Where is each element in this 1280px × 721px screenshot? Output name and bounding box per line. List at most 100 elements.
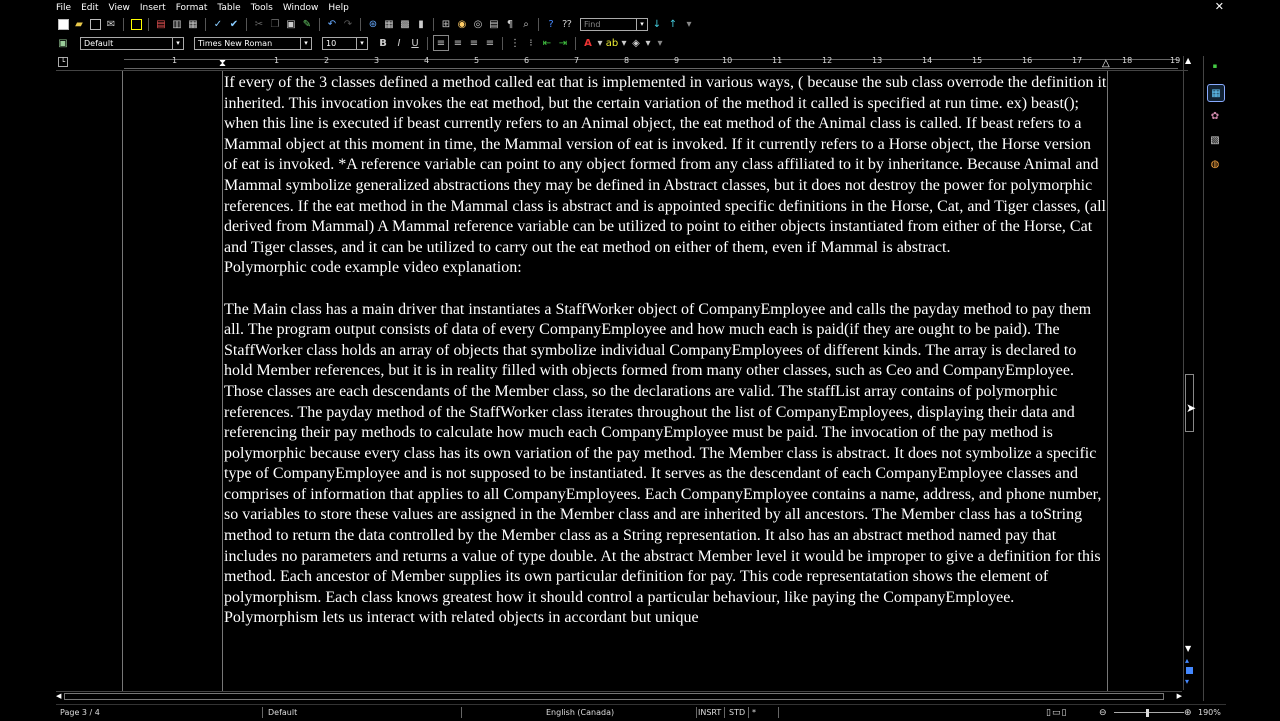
zoom-slider-thumb[interactable] <box>1146 709 1149 717</box>
underline-icon[interactable]: U <box>408 36 422 50</box>
zoom-slider[interactable] <box>1114 712 1184 713</box>
selection-mode-indicator[interactable]: STD <box>729 708 745 717</box>
find-replace-icon[interactable]: ⊞ <box>439 17 453 31</box>
paragraph[interactable]: The Main class has a main driver that in… <box>224 300 1108 630</box>
save-icon[interactable] <box>88 17 102 31</box>
paragraph[interactable]: If every of the 3 classes defined a meth… <box>224 73 1108 114</box>
horizontal-ruler[interactable]: └ 1 ⧗ 1 2 3 4 5 6 7 8 9 10 11 12 13 14 1… <box>56 56 1188 71</box>
horizontal-scroll-thumb[interactable] <box>64 693 1164 700</box>
find-input[interactable]: Find ▾ <box>580 17 648 31</box>
menu-insert[interactable]: Insert <box>135 3 171 13</box>
email-icon[interactable]: ✉ <box>104 17 118 31</box>
chevron-down-icon[interactable]: ▾ <box>300 37 311 49</box>
zoom-icon[interactable]: ⌕ <box>519 17 533 31</box>
paragraph-empty[interactable] <box>224 279 1108 300</box>
decrease-indent-icon[interactable]: ⇤ <box>540 36 554 50</box>
table-icon[interactable]: ▦ <box>382 17 396 31</box>
data-sources-icon[interactable]: ▤ <box>487 17 501 31</box>
tab-stop-selector-icon[interactable]: └ <box>58 57 68 67</box>
increase-indent-icon[interactable]: ⇥ <box>556 36 570 50</box>
scroll-up-icon[interactable]: ▲ <box>1185 56 1191 65</box>
cut-icon[interactable]: ✂ <box>252 17 266 31</box>
document-canvas[interactable]: If every of the 3 classes defined a meth… <box>56 71 1182 691</box>
next-page-icon[interactable]: ▾ <box>1185 677 1189 686</box>
paragraph[interactable]: Polymorphic code example video explanati… <box>224 258 1108 279</box>
hyperlink-icon[interactable]: ⊛ <box>366 17 380 31</box>
undo-icon[interactable]: ↶ <box>325 17 339 31</box>
left-indent-marker-icon[interactable]: ⧗ <box>219 58 226 69</box>
chevron-down-icon[interactable]: ▾ <box>356 37 367 49</box>
paste-icon[interactable]: ▣ <box>284 17 298 31</box>
scroll-right-icon[interactable]: ▶ <box>1177 692 1182 700</box>
open-folder-icon[interactable]: ▰ <box>72 17 86 31</box>
font-size-select[interactable]: 10 ▾ <box>322 36 368 50</box>
vertical-scrollbar[interactable]: ▲ ➤ ▼ ▴ ▾ <box>1183 56 1196 690</box>
scroll-down-icon[interactable]: ▼ <box>1185 644 1191 653</box>
align-right-icon[interactable]: ≡ <box>467 36 481 50</box>
document-modified-indicator[interactable]: * <box>752 708 756 717</box>
formatting-marks-icon[interactable]: ¶ <box>503 17 517 31</box>
print-preview-icon[interactable]: ▦ <box>186 17 200 31</box>
align-center-icon[interactable]: ≡ <box>451 36 465 50</box>
justify-icon[interactable]: ≡ <box>483 36 497 50</box>
navigation-icon[interactable] <box>1186 667 1193 674</box>
previous-page-icon[interactable]: ▴ <box>1185 656 1189 665</box>
export-pdf-icon[interactable]: ▤ <box>154 17 168 31</box>
paragraph-style-select[interactable]: Default ▾ <box>80 36 184 50</box>
toolbar-overflow-icon[interactable]: ▾ <box>682 17 696 31</box>
bold-icon[interactable]: B <box>376 36 390 50</box>
help-icon[interactable]: ? <box>544 17 558 31</box>
spellcheck-icon[interactable]: ✓ <box>211 17 225 31</box>
gallery-icon[interactable]: ◎ <box>471 17 485 31</box>
menu-edit[interactable]: Edit <box>76 3 103 13</box>
menu-help[interactable]: Help <box>323 3 354 13</box>
chevron-down-icon[interactable]: ▾ <box>172 37 183 49</box>
highlight-dropdown-icon[interactable]: ▾ <box>621 36 627 50</box>
styles-icon[interactable]: ✿ <box>1207 108 1223 124</box>
redo-icon[interactable]: ↷ <box>341 17 355 31</box>
edit-mode-icon[interactable] <box>129 17 143 31</box>
font-name-select[interactable]: Times New Roman ▾ <box>194 36 312 50</box>
zoom-in-icon[interactable]: ⊕ <box>1184 708 1192 718</box>
align-left-icon[interactable]: ≡ <box>433 35 449 51</box>
find-next-icon[interactable]: ↓ <box>650 17 664 31</box>
new-document-icon[interactable] <box>56 17 70 31</box>
copy-icon[interactable]: ❐ <box>268 17 282 31</box>
view-layout-icons[interactable]: ▯▭▯ <box>1046 708 1067 718</box>
find-previous-icon[interactable]: ↑ <box>666 17 680 31</box>
print-icon[interactable]: ▥ <box>170 17 184 31</box>
bullets-icon[interactable]: ⁝ <box>524 36 538 50</box>
document-text[interactable]: If every of the 3 classes defined a meth… <box>224 73 1108 629</box>
properties-icon[interactable]: ▦ <box>1207 84 1225 102</box>
page-indicator[interactable]: Page 3 / 4 <box>60 708 100 717</box>
background-color-dropdown-icon[interactable]: ▾ <box>645 36 651 50</box>
whats-this-icon[interactable]: ⁇ <box>560 17 574 31</box>
background-color-icon[interactable]: ◈ <box>629 36 643 50</box>
format-paintbrush-icon[interactable]: ✎ <box>300 17 314 31</box>
close-document-icon[interactable]: ✕ <box>1215 0 1224 13</box>
font-color-dropdown-icon[interactable]: ▾ <box>597 36 603 50</box>
autospell-icon[interactable]: ✔ <box>227 17 241 31</box>
numbering-icon[interactable]: ⋮ <box>508 36 522 50</box>
navigator-icon[interactable]: ◉ <box>455 17 469 31</box>
sidebar-menu-icon[interactable]: ▪ <box>1207 58 1223 74</box>
insert-mode-indicator[interactable]: INSRT <box>698 708 721 717</box>
menu-view[interactable]: View <box>104 3 135 13</box>
language-indicator[interactable]: English (Canada) <box>546 708 614 717</box>
menu-window[interactable]: Window <box>278 3 324 13</box>
styles-formatting-icon[interactable]: ▣ <box>56 36 70 50</box>
page-style-indicator[interactable]: Default <box>268 708 297 717</box>
zoom-out-icon[interactable]: ⊖ <box>1099 708 1107 718</box>
gallery-icon[interactable]: ▧ <box>1207 132 1223 148</box>
zoom-level[interactable]: 190% <box>1198 708 1221 717</box>
image-icon[interactable]: ▩ <box>398 17 412 31</box>
paragraph[interactable]: when this line is executed if beast curr… <box>224 114 1108 258</box>
italic-icon[interactable]: I <box>392 36 406 50</box>
font-color-icon[interactable]: A <box>581 36 595 50</box>
navigator-compass-icon[interactable]: ◍ <box>1207 156 1223 172</box>
chart-icon[interactable]: ▮ <box>414 17 428 31</box>
highlight-icon[interactable]: ab <box>605 36 619 50</box>
right-indent-marker-icon[interactable]: △ <box>1102 58 1110 69</box>
menu-file[interactable]: File <box>0 3 76 13</box>
scroll-left-icon[interactable]: ◀ <box>56 692 61 700</box>
